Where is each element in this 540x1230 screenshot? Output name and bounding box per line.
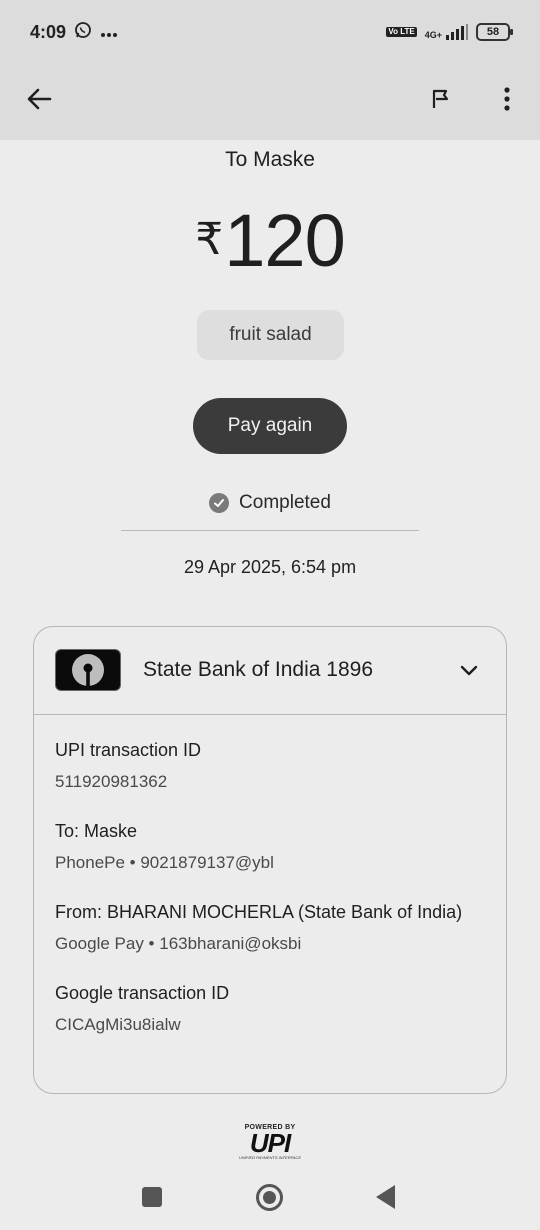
upi-logo: POWERED BY UPI UNIFIED PAYMENTS INTERFAC… xyxy=(230,1124,310,1164)
field-upi-transaction-id: UPI transaction ID 511920981362 xyxy=(55,737,495,794)
payee-title: To Maske xyxy=(225,148,315,171)
field-label: From: BHARANI MOCHERLA (State Bank of In… xyxy=(55,902,463,922)
recents-icon[interactable] xyxy=(142,1187,162,1207)
more-options-button[interactable] xyxy=(490,82,524,116)
amount: ₹ 120 xyxy=(0,198,540,283)
status-bar: 4:09 Vo LTE 4G+ 58 xyxy=(0,0,540,64)
field-label: To: Maske xyxy=(55,821,138,841)
transaction-details-card: State Bank of India 1896 UPI transaction… xyxy=(33,626,507,1094)
network-indicator: 4G+ xyxy=(425,24,468,40)
field-value: PhonePe • 9021879137@ybl xyxy=(55,853,274,872)
field-value[interactable]: CICAgMi3u8ialw xyxy=(55,1013,495,1037)
transaction-fields: UPI transaction ID 511920981362 To: Mask… xyxy=(55,737,495,1037)
check-circle-icon xyxy=(209,493,230,513)
amount-value: 120 xyxy=(224,199,345,282)
status-time: 4:09 xyxy=(30,21,67,42)
upi-subtitle: UNIFIED PAYMENTS INTERFACE xyxy=(238,1155,301,1160)
currency-symbol: ₹ xyxy=(195,215,223,264)
status-text: Completed xyxy=(239,492,331,513)
pay-again-button[interactable]: Pay again xyxy=(193,398,347,454)
whatsapp-icon xyxy=(74,21,92,44)
field-value[interactable]: 511920981362 xyxy=(55,770,495,794)
status-left: 4:09 xyxy=(30,21,118,44)
field-to: To: Maske PhonePe • 9021879137@ybl xyxy=(55,818,495,875)
divider xyxy=(121,530,419,531)
home-icon[interactable] xyxy=(256,1184,283,1211)
payment-status: Completed xyxy=(0,492,540,514)
bank-account-name: State Bank of India 1896 xyxy=(143,658,374,681)
field-value: Google Pay • 163bharani@oksbi xyxy=(55,934,302,953)
field-label: Google transaction ID xyxy=(55,983,230,1003)
bank-account-row[interactable]: State Bank of India 1896 xyxy=(34,627,506,715)
status-right: Vo LTE 4G+ 58 xyxy=(386,23,513,41)
payment-note: fruit salad xyxy=(197,310,344,360)
back-button[interactable] xyxy=(22,82,56,116)
field-label: UPI transaction ID xyxy=(55,740,202,760)
signal-icon xyxy=(446,24,468,40)
more-dots-icon xyxy=(100,22,118,43)
upi-wordmark: UPI xyxy=(249,1128,291,1158)
transaction-datetime: 29 Apr 2025, 6:54 pm xyxy=(183,557,357,577)
report-flag-button[interactable] xyxy=(424,82,458,116)
system-nav-bar xyxy=(0,1168,540,1230)
arrow-left-icon xyxy=(27,88,52,110)
field-from: From: BHARANI MOCHERLA (State Bank of In… xyxy=(55,899,495,956)
chevron-down-icon[interactable] xyxy=(454,657,484,685)
volte-badge: Vo LTE xyxy=(386,27,417,37)
sbi-logo-icon xyxy=(55,649,121,691)
flag-icon xyxy=(432,89,449,108)
back-triangle-icon[interactable] xyxy=(376,1185,395,1209)
more-vert-icon xyxy=(504,87,510,111)
field-google-transaction-id: Google transaction ID CICAgMi3u8ialw xyxy=(55,980,495,1037)
app-bar xyxy=(0,64,540,140)
battery-icon: 58 xyxy=(476,23,513,41)
network-type: 4G+ xyxy=(424,30,442,40)
